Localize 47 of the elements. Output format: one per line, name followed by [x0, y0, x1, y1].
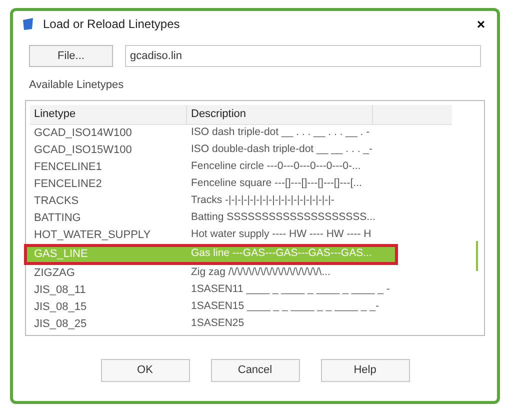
linetype-row[interactable]: HOT_WATER_SUPPLY Hot water supply ---- HW ---- HW ---- H	[30, 226, 398, 244]
linetype-name: GCAD_ISO15W100	[33, 142, 133, 158]
linetype-name: GCAD_ISO14W100	[33, 126, 133, 141]
linetype-name: TRACKS	[33, 194, 80, 209]
app-logo-icon	[21, 17, 35, 31]
dialog-button[interactable]: Cancel	[210, 358, 300, 382]
list-label: Available Linetypes	[28, 78, 125, 93]
file-button[interactable]: File...	[29, 45, 113, 67]
linetype-name: JIS_08_11	[33, 282, 87, 298]
linetype-row[interactable]: JIS_08_15 1SASEN15 ____ _ _ ____ _ _ ____ _ _-	[30, 298, 398, 316]
linetype-description: ISO dash triple-dot __ . . . __ . . . __ . -	[190, 125, 371, 140]
linetype-description: Zig zag /\/\/\/\/\/\/\/\/\/\/\/\/\/\/\/\...	[190, 265, 332, 280]
linetype-name: FENCELINE1	[33, 160, 103, 175]
linetype-name: ZIGZAG	[33, 266, 76, 281]
linetype-description: ISO double-dash triple-dot __ __ . . . _-	[190, 142, 374, 158]
column-header[interactable]: Linetype	[30, 104, 187, 124]
linetype-row[interactable]: GCAD_ISO14W100 ISO dash triple-dot __ . . . __ . . . __ . -	[30, 124, 398, 142]
linetype-description: 1SASEN25	[190, 316, 246, 332]
linetype-row[interactable]: FENCELINE1 Fenceline circle ---0---0---0---0---0-...	[30, 158, 398, 176]
linetype-description: Tracks -|-|-|-|-|-|-|-|-|-|-|-|-|-|-|-|-|-	[190, 193, 336, 208]
linetype-name: BATTING	[33, 210, 82, 226]
linetype-row[interactable]: TRACKS Tracks -|-|-|-|-|-|-|-|-|-|-|-|-|-|-|-|-|-	[30, 192, 398, 210]
linetype-name: JIS_08_25	[33, 316, 88, 332]
linetype-description: Fenceline square ---[]---[]---[]---[]---[...	[190, 176, 363, 192]
linetype-name: FENCELINE2	[33, 176, 103, 192]
linetype-description: Gas line ---GAS---GAS---GAS---GAS...	[190, 246, 373, 262]
file-path-field[interactable]: gcadiso.lin	[125, 45, 481, 67]
dialog-button[interactable]: Help	[320, 358, 410, 382]
linetype-description: 1SASEN11 ____ _ ____ _ ____ _ ____ _ -	[190, 282, 391, 298]
column-header[interactable]: Description	[187, 104, 373, 124]
linetype-description: Batting SSSSSSSSSSSSSSSSSSSS...	[190, 210, 376, 226]
linetype-row[interactable]: FENCELINE2 Fenceline square ---[]---[]---[]---[]---[...	[30, 176, 398, 192]
close-button[interactable]: ×	[472, 17, 489, 31]
scrollbar-thumb[interactable]	[476, 240, 478, 270]
linetype-description: Hot water supply ---- HW ---- HW ---- H	[190, 227, 372, 242]
linetype-row[interactable]: JIS_08_25 1SASEN25	[30, 316, 398, 332]
linetype-row[interactable]: BATTING Batting SSSSSSSSSSSSSSSSSSSS...	[30, 210, 398, 226]
linetype-name: HOT_WATER_SUPPLY	[33, 228, 152, 243]
window-title: Load or Reload Linetypes	[43, 16, 180, 33]
linetype-name: GAS_LINE	[33, 246, 89, 262]
linetype-row[interactable]: ZIGZAG Zig zag /\/\/\/\/\/\/\/\/\/\/\/\/\/\/\/\...	[30, 264, 398, 282]
linetype-row[interactable]: GCAD_ISO15W100 ISO double-dash triple-dot __ __ . . . _-	[30, 142, 398, 158]
linetype-description: 1SASEN15 ____ _ _ ____ _ _ ____ _ _-	[190, 299, 380, 314]
linetype-description: Fenceline circle ---0---0---0---0---0-...	[190, 159, 362, 174]
linetype-name: JIS_08_15	[33, 300, 88, 315]
linetype-row[interactable]: JIS_08_11 1SASEN11 ____ _ ____ _ ____ _ ____ _ -	[30, 282, 398, 298]
dialog-button[interactable]: OK	[100, 358, 190, 382]
